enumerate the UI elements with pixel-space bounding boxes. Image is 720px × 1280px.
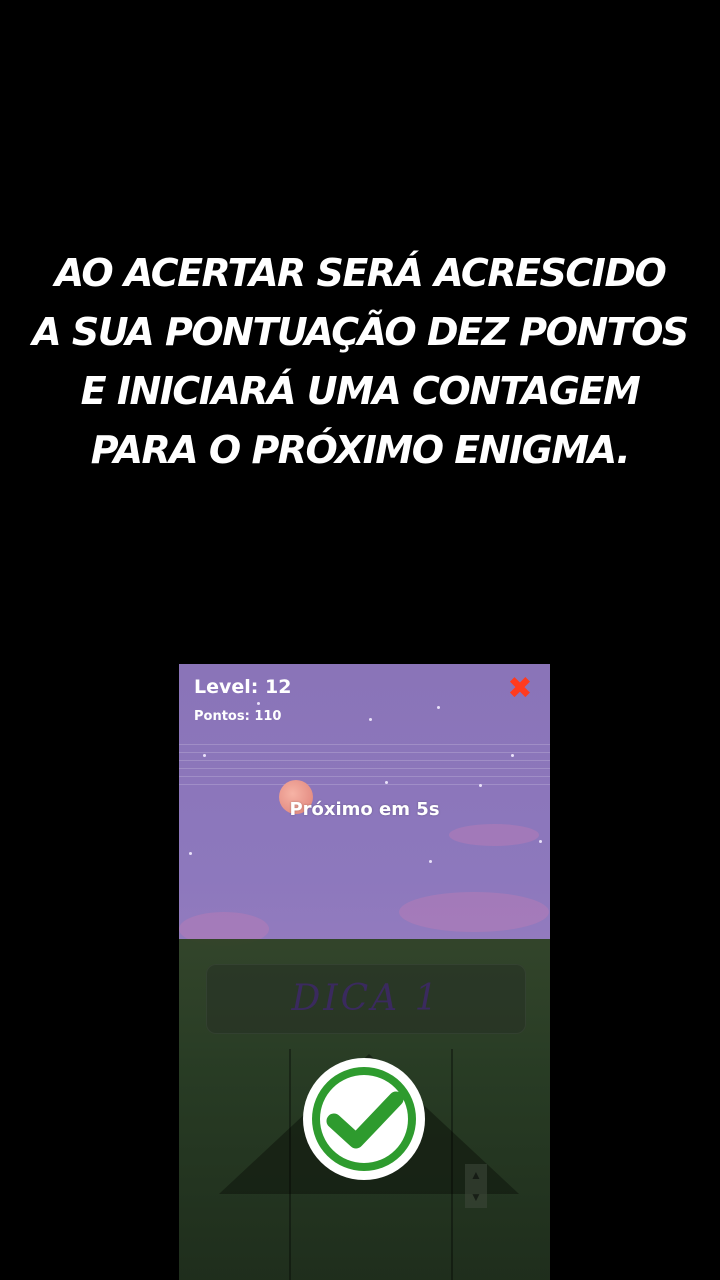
checkmark-icon <box>303 1058 425 1180</box>
star <box>369 718 372 721</box>
scanline <box>179 776 550 777</box>
scanline <box>179 784 550 785</box>
caption-line: AO ACERTAR SERÁ ACRESCIDO <box>54 251 667 295</box>
scanline <box>179 744 550 745</box>
close-icon[interactable]: ✖ <box>505 674 535 704</box>
star <box>429 860 432 863</box>
cloud <box>449 824 539 846</box>
star <box>189 852 192 855</box>
level-label: Level: 12 <box>194 676 292 698</box>
hint-button[interactable]: DICA 1 <box>206 964 526 1034</box>
scroll-arrows[interactable]: ▲ ▼ <box>465 1164 487 1208</box>
points-label: Pontos: 110 <box>194 709 282 724</box>
next-countdown: Próximo em 5s <box>289 799 440 820</box>
cloud <box>399 892 549 932</box>
caption-line: PARA O PRÓXIMO ENIGMA. <box>90 428 631 472</box>
scanline <box>179 752 550 753</box>
caption-line: A SUA PONTUAÇÃO DEZ PONTOS <box>32 310 689 354</box>
star <box>257 702 260 705</box>
star <box>385 781 388 784</box>
caption-line: E INICIARÁ UMA CONTAGEM <box>80 369 641 413</box>
star <box>479 784 482 787</box>
star <box>539 840 542 843</box>
scanline <box>179 768 550 769</box>
game-screen: Level: 12 Pontos: 110 ✖ Próximo em 5s DI… <box>179 664 550 1280</box>
star <box>437 706 440 709</box>
tutorial-screen: AO ACERTAR SERÁ ACRESCIDO A SUA PONTUAÇÃ… <box>0 0 720 1280</box>
star <box>203 754 206 757</box>
star <box>511 754 514 757</box>
scanline <box>179 760 550 761</box>
tutorial-caption: AO ACERTAR SERÁ ACRESCIDO A SUA PONTUAÇÃ… <box>0 244 720 480</box>
